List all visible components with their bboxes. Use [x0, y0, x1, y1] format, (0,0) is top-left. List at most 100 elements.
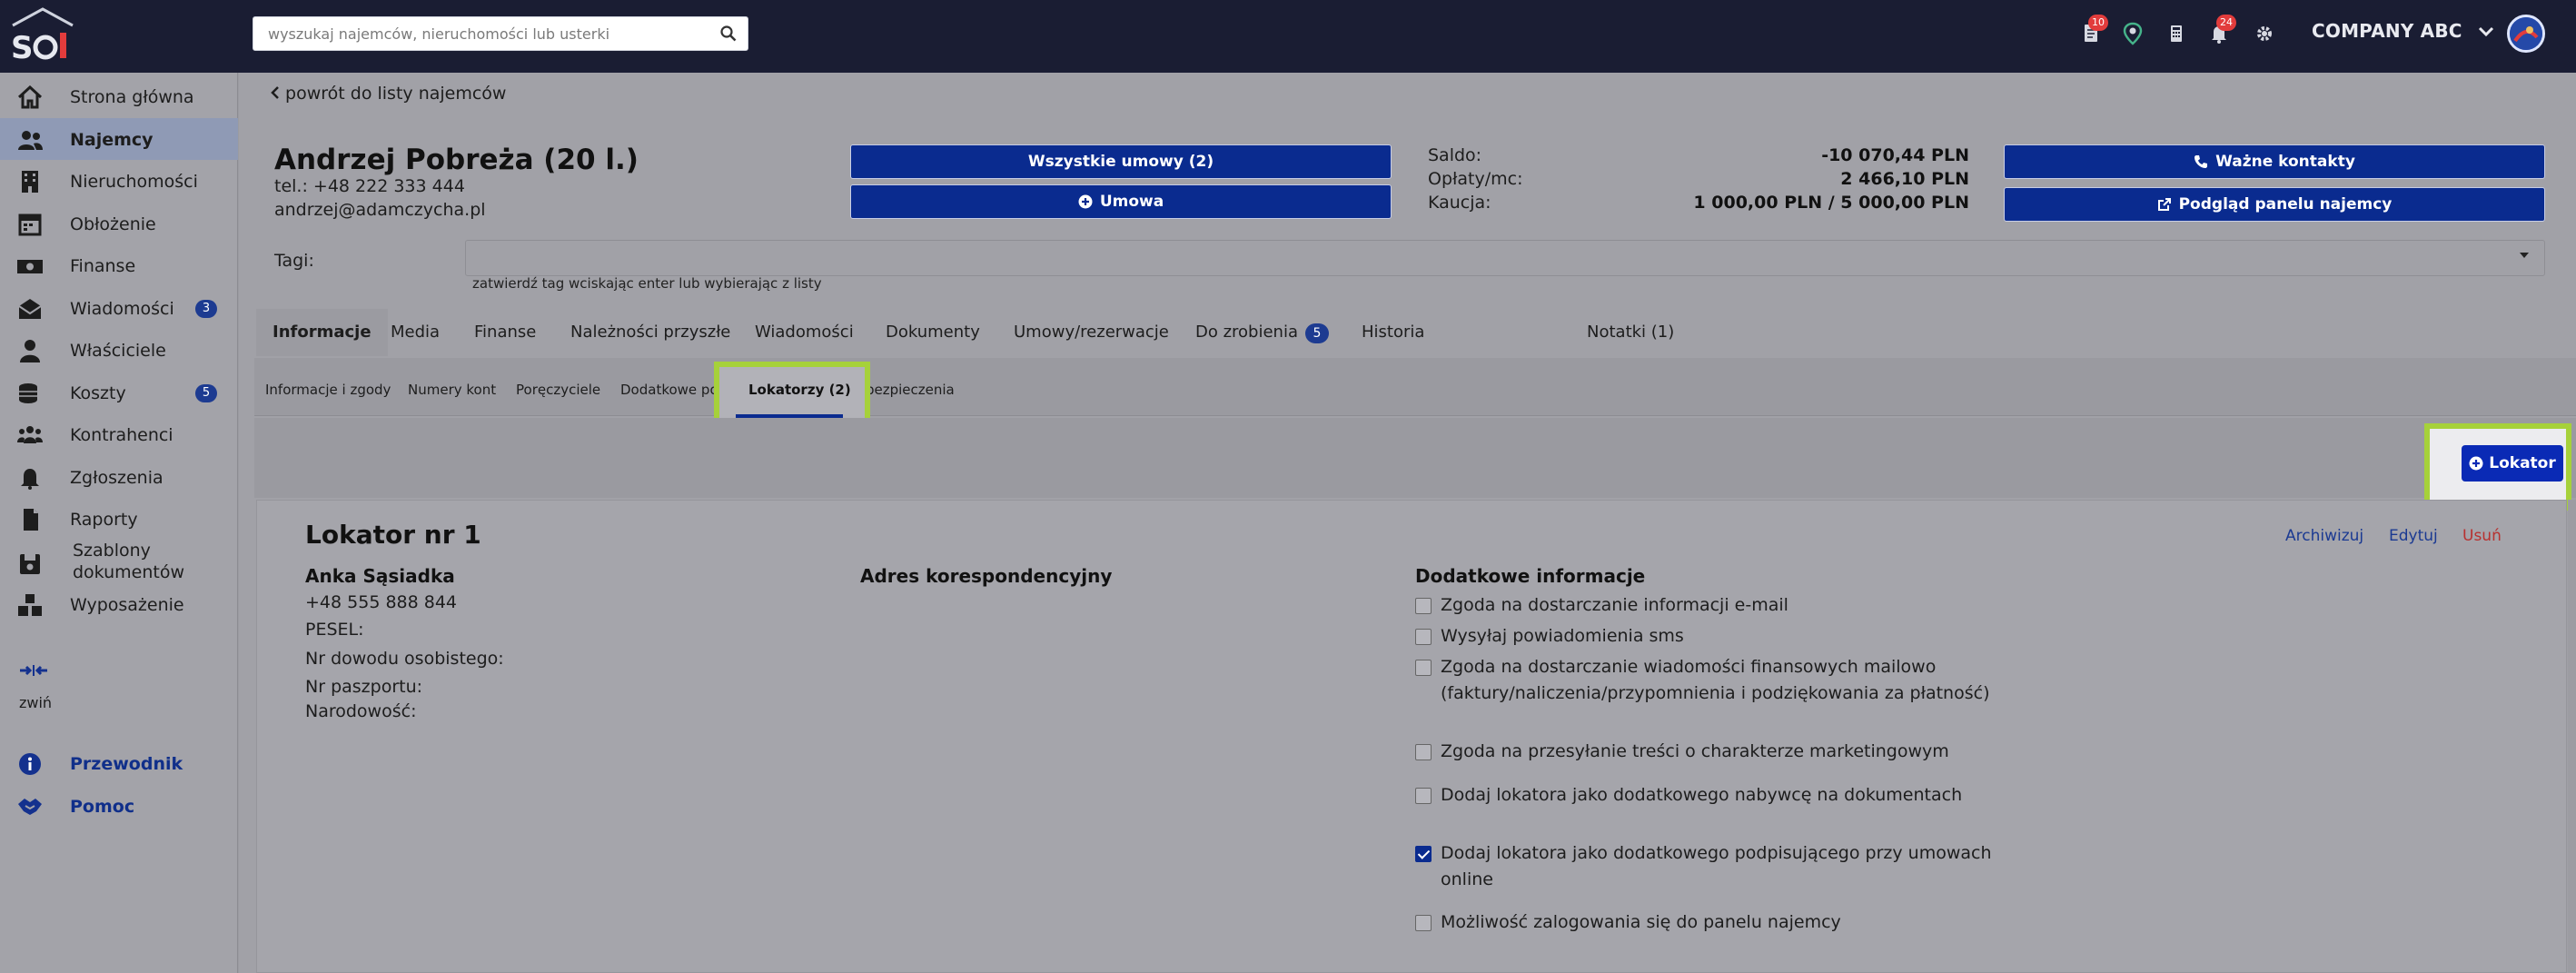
sidebar-item-document-templates[interactable]: Szablony dokumentów	[0, 540, 238, 587]
sidebar-item-reports-issues[interactable]: Zgłoszenia	[0, 456, 238, 498]
tab-todo[interactable]: Do zrobienia 5	[1195, 309, 1330, 356]
checkbox[interactable]	[1415, 788, 1432, 804]
sidebar-item-occupancy[interactable]: Obłożenie	[0, 203, 238, 244]
subtab-additional-fields[interactable]: Dodatkowe po	[620, 382, 718, 398]
sidebar-item-label: Właściciele	[70, 341, 166, 361]
subtab-insurance[interactable]: Ubezpieczenia	[856, 382, 955, 398]
deposit-value: 1 000,00 PLN / 5 000,00 PLN	[1693, 193, 1969, 213]
tab-media[interactable]: Media	[391, 309, 440, 356]
avatar-image	[2510, 17, 2542, 50]
sidebar-item-home[interactable]: Strona główna	[0, 75, 238, 117]
subtab-info-consents[interactable]: Informacje i zgody	[265, 382, 391, 398]
checkbox-label: Możliwość zalogowania się do panelu naje…	[1441, 912, 1841, 932]
user-avatar[interactable]	[2507, 15, 2545, 53]
tab-contracts[interactable]: Umowy/rezerwacje	[1014, 309, 1169, 356]
tenant-email: andrzej@adamczycha.pl	[274, 200, 486, 220]
users-icon	[18, 131, 43, 150]
add-contract-button[interactable]: Umowa	[850, 184, 1392, 219]
subtab-label: Ubezpieczenia	[856, 382, 955, 398]
checkbox-label: Dodaj lokatora jako dodatkowego nabywcę …	[1441, 785, 1963, 805]
sidebar-item-reports[interactable]: Raporty	[0, 498, 238, 540]
checkbox-checked[interactable]	[1415, 846, 1432, 862]
sidebar-item-messages[interactable]: Wiadomości 3	[0, 287, 238, 329]
tab-documents[interactable]: Dokumenty	[886, 309, 980, 356]
tags-hint: zatwierdź tag wciskając enter lub wybier…	[472, 275, 822, 292]
add-lokator-button[interactable]: Lokator	[2462, 445, 2563, 482]
address-heading: Adres korespondencyjny	[860, 565, 1113, 587]
calculator-icon	[2171, 25, 2182, 42]
monthly-fees-label: Opłaty/mc:	[1428, 169, 1523, 189]
pesel-label: PESEL:	[305, 620, 364, 640]
search-input[interactable]	[266, 17, 702, 50]
tab-label: Umowy/rezerwacje	[1014, 323, 1169, 342]
edit-link[interactable]: Edytuj	[2389, 527, 2438, 545]
all-contracts-button[interactable]: Wszystkie umowy (2)	[850, 144, 1392, 179]
bell-icon	[21, 469, 39, 490]
subtab-account-numbers[interactable]: Numery kont	[408, 382, 496, 398]
money-icon	[17, 260, 43, 273]
important-contacts-button[interactable]: Ważne kontakty	[2004, 144, 2545, 179]
collapse-sidebar-button[interactable]: zwiń	[18, 663, 73, 718]
sidebar-item-equipment[interactable]: Wyposażenie	[0, 583, 238, 625]
sidebar-item-label: Nieruchomości	[70, 172, 198, 192]
checkbox-label: Zgoda na dostarczanie informacji e-mail	[1441, 595, 1788, 615]
content-scrollbar[interactable]	[2568, 500, 2576, 973]
checkbox[interactable]	[1415, 660, 1432, 676]
top-bar: S 10	[0, 0, 2576, 73]
settings-button[interactable]	[2251, 20, 2278, 47]
sidebar-item-guide[interactable]: Przewodnik	[0, 742, 238, 784]
checkbox[interactable]	[1415, 915, 1432, 931]
checkbox-label: Zgoda na dostarczanie wiadomości finanso…	[1441, 657, 1990, 703]
tenant-phone: tel.: +48 222 333 444	[274, 176, 465, 196]
sidebar-item-label: Koszty	[70, 383, 126, 403]
subtabs-bar	[254, 358, 2576, 416]
tab-notes[interactable]: Notatki (1)	[1587, 309, 1674, 356]
sidebar: Strona główna Najemcy Nieruchomości Obło…	[0, 73, 238, 973]
sidebar-item-label: Finanse	[70, 256, 136, 276]
checkbox[interactable]	[1415, 598, 1432, 614]
sidebar-item-help[interactable]: Pomoc	[0, 785, 238, 827]
company-name: COMPANY ABC	[2312, 20, 2462, 42]
company-selector[interactable]: COMPANY ABC	[2312, 20, 2494, 42]
archive-link[interactable]: Archiwizuj	[2285, 527, 2363, 545]
deposit-label: Kaucja:	[1428, 193, 1491, 213]
sidebar-item-contractors[interactable]: Kontrahenci	[0, 413, 238, 455]
sidebar-item-tenants[interactable]: Najemcy	[0, 118, 238, 160]
delete-link[interactable]: Usuń	[2462, 527, 2502, 545]
sidebar-item-properties[interactable]: Nieruchomości	[0, 160, 238, 202]
notifications-button[interactable]: 24	[2205, 15, 2236, 47]
checkbox[interactable]	[1415, 629, 1432, 645]
tenant-panel-preview-label: Podgląd panelu najemcy	[2178, 195, 2393, 213]
tab-messages[interactable]: Wiadomości	[755, 309, 854, 356]
calculator-button[interactable]	[2163, 20, 2190, 47]
checkbox-label: Zgoda na przesyłanie treści o charakterz…	[1441, 741, 1949, 761]
sidebar-item-owners[interactable]: Właściciele	[0, 329, 238, 371]
sidebar-item-finance[interactable]: Finanse	[0, 244, 238, 286]
documents-notification[interactable]: 10	[2077, 15, 2108, 47]
tab-finanse[interactable]: Finanse	[474, 309, 536, 356]
tab-label: Notatki (1)	[1587, 323, 1675, 342]
back-to-tenants-link[interactable]: powrót do listy najemców	[271, 84, 506, 104]
sidebar-item-costs[interactable]: Koszty 5	[0, 372, 238, 413]
sidebar-item-label-line1: Szablony	[73, 541, 151, 561]
tab-informacje[interactable]: Informacje	[256, 309, 388, 356]
tab-label: Wiadomości	[755, 323, 854, 342]
search-icon[interactable]	[720, 25, 737, 42]
subtab-guarantors[interactable]: Poręczyciele	[516, 382, 600, 398]
subtab-label: Numery kont	[408, 382, 497, 398]
app-logo[interactable]: S	[7, 5, 78, 65]
tags-select[interactable]	[465, 240, 2545, 276]
checkbox[interactable]	[1415, 744, 1432, 760]
map-pin-button[interactable]	[2119, 20, 2146, 47]
envelope-icon	[18, 299, 42, 319]
checkbox-label: Dodaj lokatora jako dodatkowego podpisuj…	[1441, 843, 1992, 889]
tenant-panel-preview-button[interactable]: Podgląd panelu najemcy	[2004, 187, 2545, 222]
tab-future-receivables[interactable]: Należności przyszłe	[570, 309, 730, 356]
sidebar-item-label: Wiadomości	[70, 299, 174, 319]
subtab-label: Dodatkowe po	[620, 382, 718, 398]
subtab-lokatorzy[interactable]: Lokatorzy (2)	[748, 382, 851, 398]
sidebar-item-label: Najemcy	[70, 130, 154, 150]
tab-history[interactable]: Historia	[1362, 309, 1424, 356]
plus-circle-icon	[2469, 456, 2483, 471]
map-pin-icon	[2123, 22, 2143, 45]
